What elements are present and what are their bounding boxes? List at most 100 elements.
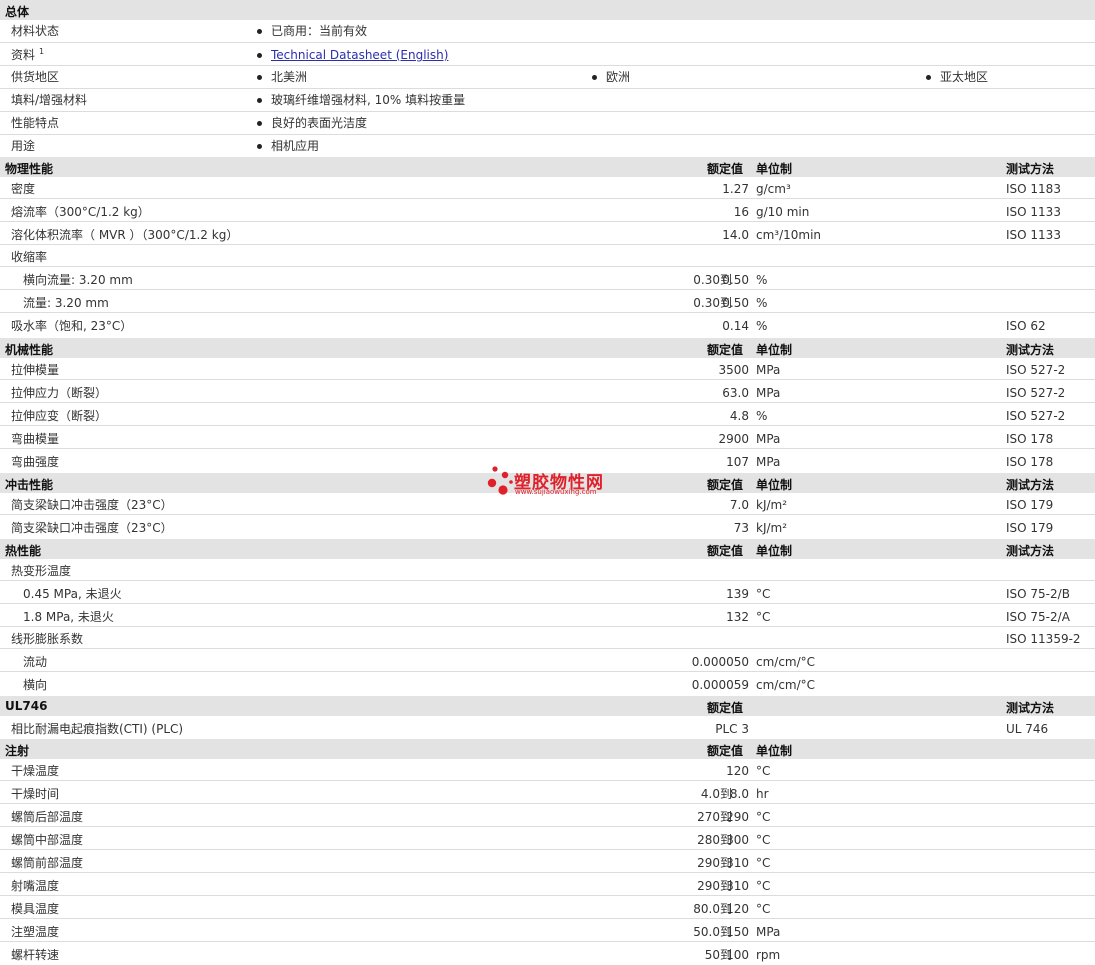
property-unit: °C — [756, 856, 771, 870]
section-physical-header: 物理性能 额定值 单位制 测试方法 — [0, 157, 1095, 177]
value-high: 290 — [726, 810, 749, 824]
section-title: 机械性能 — [5, 343, 54, 357]
property-value: 63.0 — [722, 386, 749, 400]
value-low: 50.0 — [693, 925, 720, 939]
row-label: 填料/增强材料 — [11, 93, 88, 107]
value-low: 0.30 — [693, 296, 720, 310]
table-row: 注塑温度 50.0 到 150 MPa — [0, 919, 1095, 942]
value-high: 0.50 — [722, 296, 749, 310]
table-row: 0.45 MPa, 未退火 139 °C ISO 75-2/B — [0, 581, 1095, 604]
value-low: 4.0 — [700, 787, 720, 801]
property-unit: °C — [756, 902, 771, 916]
property-value: 7.0 — [729, 498, 749, 512]
property-name: 密度 — [11, 182, 36, 196]
test-method: ISO 1183 — [1006, 182, 1061, 196]
technical-datasheet-link[interactable]: Technical Datasheet (English) — [271, 48, 448, 62]
test-method: ISO 178 — [1006, 455, 1054, 469]
property-name: 横向 — [23, 678, 48, 692]
datasheet: 总体 材料状态 已商用：当前有效 资料 1 Technical Datasheet… — [0, 0, 1095, 964]
property-unit: g/cm³ — [756, 182, 791, 196]
table-row: 模具温度 80.0 到 120 °C — [0, 896, 1095, 919]
property-name: 射嘴温度 — [11, 879, 60, 893]
property-name: 熔流率（300°C/1.2 kg） — [11, 205, 150, 219]
property-value: 14.0 — [722, 228, 749, 242]
column-header-rated: 额定值 — [707, 343, 744, 357]
property-name: 模具温度 — [11, 902, 60, 916]
table-row: 螺杆转速 50 到 100 rpm — [0, 942, 1095, 965]
table-row: 吸水率（饱和, 23°C） 0.14% ISO 62 — [0, 313, 1095, 336]
table-row: 1.8 MPa, 未退火 132 °C ISO 75-2/A — [0, 604, 1095, 627]
column-header-rated: 额定值 — [707, 701, 744, 715]
property-name: 相比耐漏电起痕指数(CTI) (PLC) — [11, 722, 184, 736]
row-documents: 资料 1 Technical Datasheet (English) — [0, 43, 1095, 66]
row-value: 相机应用 — [271, 139, 320, 153]
bullet-icon — [257, 98, 262, 103]
value-high: 120 — [726, 902, 749, 916]
property-unit: MPa — [756, 432, 781, 446]
section-thermal-header: 热性能 额定值 单位制 测试方法 — [0, 539, 1095, 559]
test-method: ISO 527-2 — [1006, 409, 1066, 423]
property-unit: kJ/m² — [756, 521, 788, 535]
row-availability: 供货地区 北美洲 欧洲 亚太地区 — [0, 66, 1095, 89]
property-value: 16 — [733, 205, 749, 219]
column-header-rated: 额定值 — [707, 478, 744, 492]
section-injection-header: 注射 额定值 单位制 — [0, 739, 1095, 759]
column-header-unit: 单位制 — [756, 343, 793, 357]
row-features: 性能特点 良好的表面光洁度 — [0, 112, 1095, 135]
row-label: 性能特点 — [11, 116, 60, 130]
column-header-test: 测试方法 — [1006, 478, 1055, 492]
property-name: 简支梁缺口冲击强度（23°C） — [11, 521, 173, 535]
table-row: 弯曲模量 2900 MPa ISO 178 — [0, 426, 1095, 449]
property-unit: MPa — [756, 386, 781, 400]
table-row: 横向 0.000059 cm/cm/°C — [0, 672, 1095, 695]
value-high: 310 — [726, 879, 749, 893]
table-row: 简支梁缺口冲击强度（23°C） 73 kJ/m² ISO 179 — [0, 515, 1095, 538]
test-method: ISO 75-2/B — [1006, 587, 1070, 601]
value-high: 0.50 — [722, 273, 749, 287]
property-name: 螺杆转速 — [11, 948, 60, 962]
property-value: 0.000050 — [691, 655, 749, 669]
value-low: 80.0 — [693, 902, 720, 916]
property-name: 弯曲模量 — [11, 432, 60, 446]
property-value: 2900 — [718, 432, 749, 446]
property-unit: °C — [756, 833, 771, 847]
property-unit: MPa — [756, 455, 781, 469]
property-name: 螺筒后部温度 — [11, 810, 84, 824]
table-row: 线形膨胀系数 ISO 11359-2 — [0, 627, 1095, 649]
bullet-icon — [926, 75, 931, 80]
column-header-unit: 单位制 — [756, 544, 793, 558]
property-value: 139 — [726, 587, 749, 601]
table-row: 流量: 3.20 mm 0.30 到 0.50% — [0, 290, 1095, 313]
property-unit: % — [756, 319, 768, 333]
property-name: 拉伸应变（断裂） — [11, 409, 108, 423]
dots-logo-icon — [487, 466, 513, 495]
property-unit: MPa — [756, 925, 781, 939]
row-label: 资料 1 — [11, 47, 45, 62]
value-low: 0.30 — [693, 273, 720, 287]
row-value: 已商用：当前有效 — [271, 24, 368, 38]
value-high: 310 — [726, 856, 749, 870]
table-row: 溶化体积流率（ MVR ）（300°C/1.2 kg） 14.0 cm³/10min… — [0, 222, 1095, 245]
watermark-logo: 塑胶物性网 www.sujiaowuxing.com — [486, 466, 616, 500]
region-asia-pacific: 亚太地区 — [940, 70, 989, 84]
row-label: 供货地区 — [11, 70, 60, 84]
property-unit: rpm — [756, 948, 781, 962]
property-name: 收缩率 — [11, 250, 48, 264]
property-name: 干燥温度 — [11, 764, 60, 778]
row-material-status: 材料状态 已商用：当前有效 — [0, 20, 1095, 43]
property-unit: °C — [756, 879, 771, 893]
property-unit: hr — [756, 787, 769, 801]
property-unit: cm/cm/°C — [756, 655, 816, 669]
table-row: 螺筒中部温度 280 到 300 °C — [0, 827, 1095, 850]
test-method: ISO 75-2/A — [1006, 610, 1070, 624]
test-method: ISO 178 — [1006, 432, 1054, 446]
footnote-marker: 1 — [39, 47, 45, 56]
table-row: 密度 1.27 g/cm³ ISO 1183 — [0, 177, 1095, 199]
test-method: ISO 1133 — [1006, 228, 1061, 242]
property-name: 吸水率（饱和, 23°C） — [11, 319, 133, 333]
property-name: 热变形温度 — [11, 564, 72, 578]
section-general-header: 总体 — [0, 0, 1095, 20]
property-name: 流动 — [23, 655, 48, 669]
row-label: 用途 — [11, 139, 36, 153]
table-row: 相比耐漏电起痕指数(CTI) (PLC) PLC 3 UL 746 — [0, 716, 1095, 739]
